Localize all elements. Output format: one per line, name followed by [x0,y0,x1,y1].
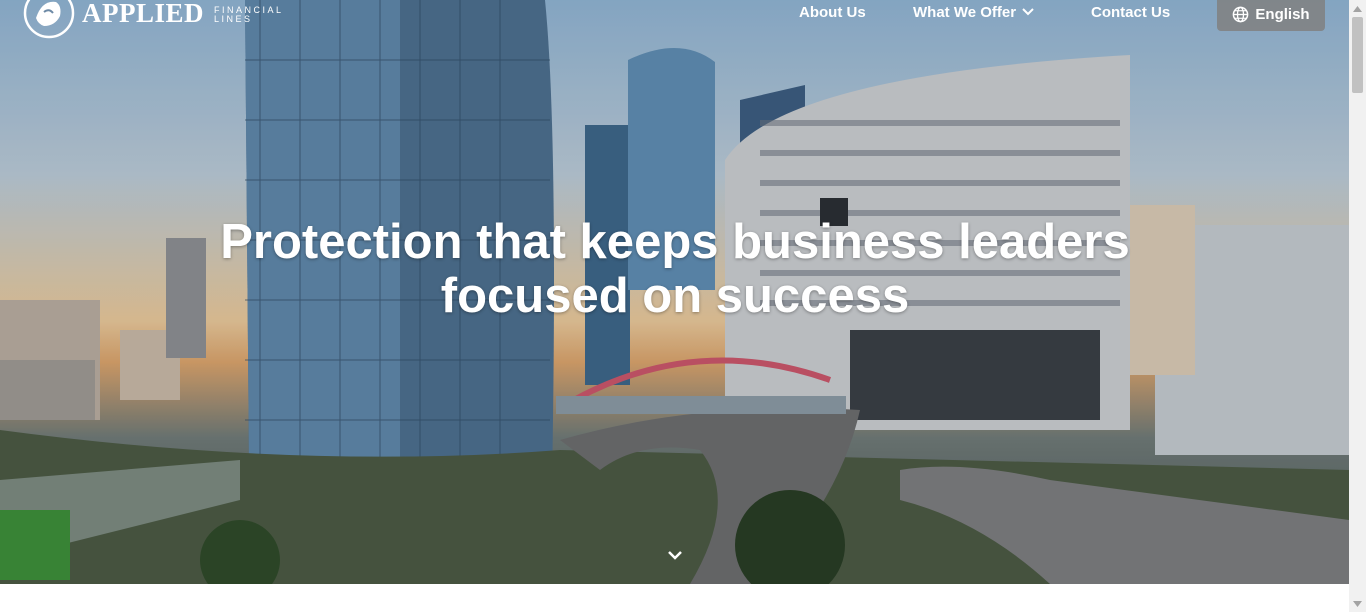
language-button[interactable]: English [1217,0,1325,31]
brand-subline-2: LINES [214,14,253,24]
hero-banner: APPLIED FINANCIAL LINES About Us What We… [0,0,1349,584]
nav-contact-us[interactable]: Contact Us [1091,0,1170,24]
brand-name: APPLIED [82,0,205,28]
nav-about-us[interactable]: About Us [799,0,866,24]
nav-contact-us-label: Contact Us [1091,3,1171,21]
hero-headline: Protection that keeps business leaders f… [180,215,1170,323]
brand-logo[interactable]: APPLIED FINANCIAL LINES [22,0,284,40]
scroll-down-arrow-icon[interactable] [1349,595,1366,612]
language-label: English [1255,6,1310,23]
scroll-up-arrow-icon[interactable] [1349,0,1366,17]
hero-headline-line1: Protection that keeps business leaders [220,215,1130,269]
nav-what-we-offer-label: What We Offer [913,3,1017,21]
hero-headline-line2: focused on success [440,269,910,323]
scrollbar-thumb[interactable] [1352,17,1363,93]
scroll-down-chevron-icon[interactable] [664,546,686,564]
nav-what-we-offer[interactable]: What We Offer [913,0,1034,24]
lion-emblem-icon [23,0,75,39]
brand-subline: FINANCIAL LINES [214,6,284,24]
chevron-down-icon [1022,8,1034,16]
page-scrollbar[interactable] [1349,0,1366,612]
globe-icon [1233,6,1249,23]
nav-about-us-label: About Us [799,3,866,21]
